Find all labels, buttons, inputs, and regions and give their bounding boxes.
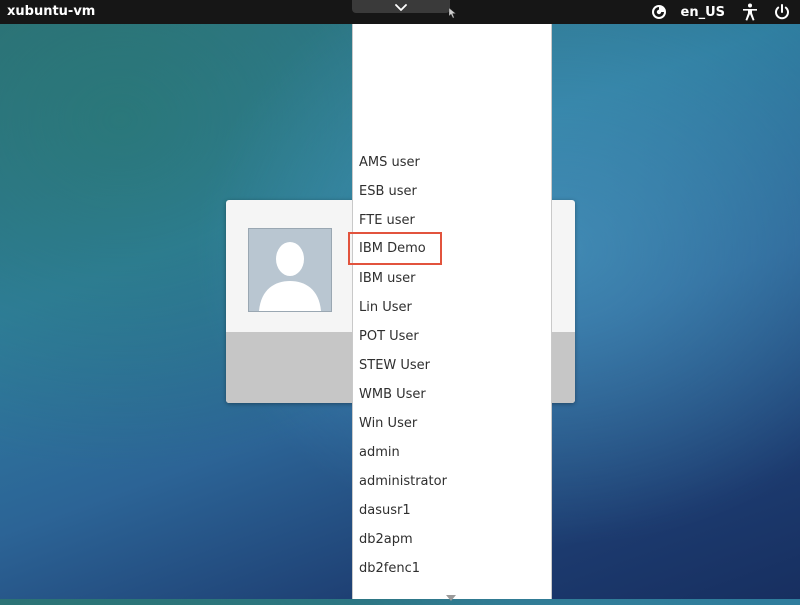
- collapse-list-button[interactable]: [352, 0, 450, 13]
- panel-indicators: en_US: [647, 0, 800, 24]
- list-item[interactable]: Lin User: [359, 296, 412, 320]
- list-item-highlighted[interactable]: IBM Demo: [350, 234, 440, 263]
- default-avatar-icon: [248, 228, 332, 312]
- list-item[interactable]: db2apm: [359, 528, 413, 552]
- hostname-label: xubuntu-vm: [7, 4, 95, 19]
- list-item[interactable]: Win User: [359, 412, 417, 436]
- list-item[interactable]: STEW User: [359, 354, 430, 378]
- session-icon[interactable]: [647, 0, 671, 24]
- language-indicator[interactable]: en_US: [681, 0, 726, 24]
- user-list[interactable]: AMS user ESB user FTE user IBM Demo IBM …: [352, 0, 552, 599]
- list-item[interactable]: WMB User: [359, 383, 426, 407]
- list-item[interactable]: ESB user: [359, 180, 417, 204]
- mouse-pointer-icon: [449, 3, 457, 22]
- list-item[interactable]: IBM user: [359, 267, 415, 291]
- list-item[interactable]: AMS user: [359, 151, 420, 175]
- list-item[interactable]: POT User: [359, 325, 419, 349]
- list-item[interactable]: FTE user: [359, 209, 415, 233]
- list-item[interactable]: dasusr1: [359, 499, 411, 523]
- power-icon[interactable]: [771, 0, 793, 24]
- accessibility-icon[interactable]: [739, 0, 761, 24]
- chevron-down-icon: [395, 0, 407, 16]
- list-item[interactable]: administrator: [359, 470, 447, 494]
- list-item[interactable]: admin: [359, 441, 400, 465]
- list-item[interactable]: db2fenc1: [359, 557, 420, 581]
- scroll-down-arrow-icon[interactable]: [446, 586, 456, 592]
